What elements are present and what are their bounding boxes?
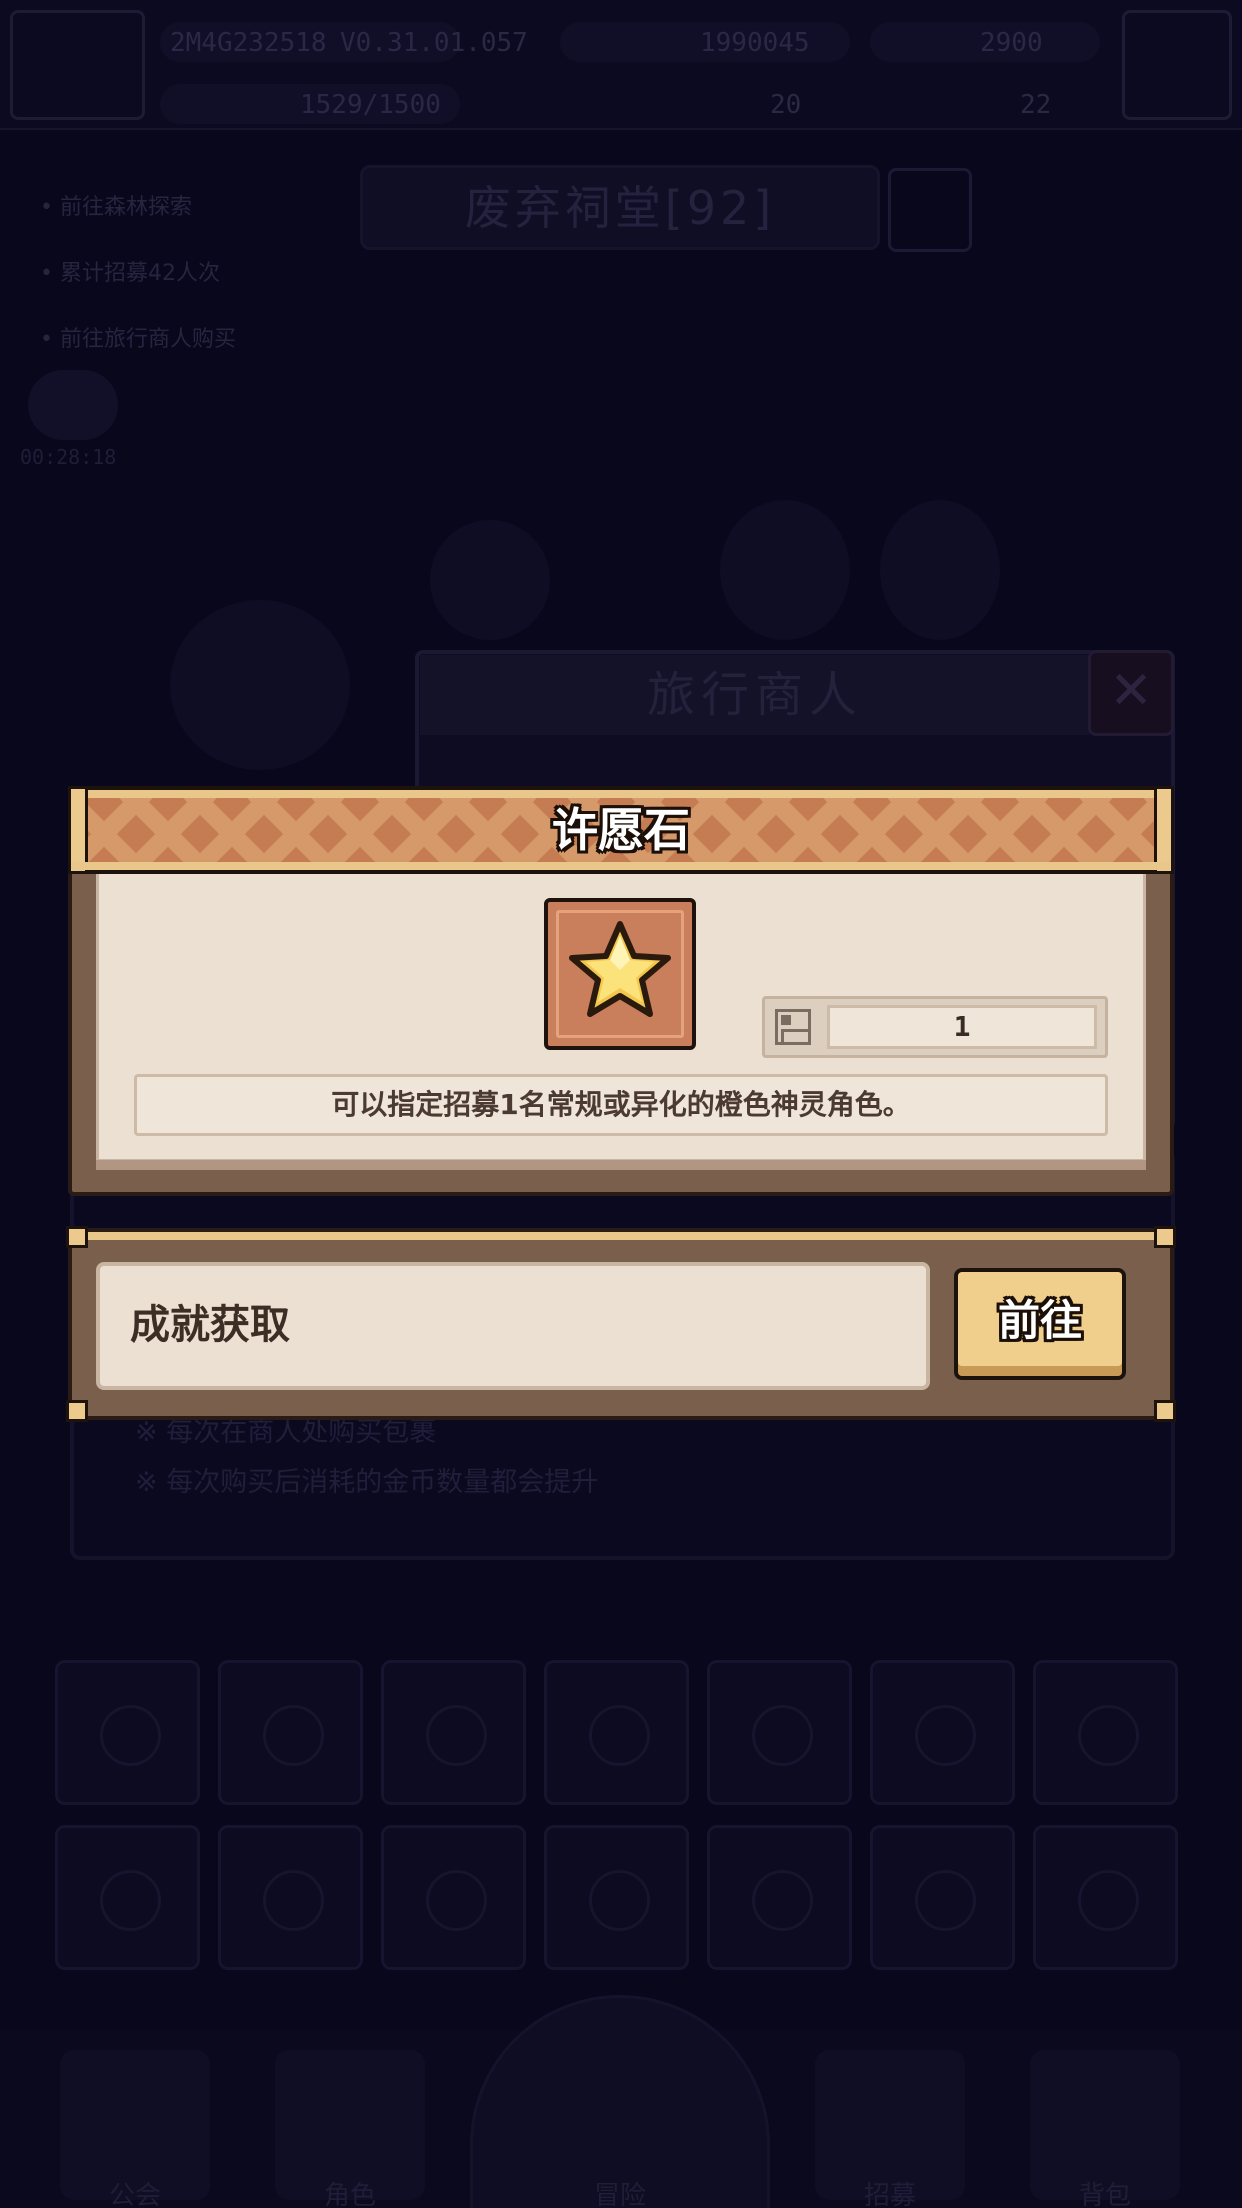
item-title: 许愿石 <box>552 803 690 857</box>
quest-item[interactable]: 累计招募42人次 <box>40 241 236 307</box>
merchant-title: 旅行商人 <box>646 667 863 723</box>
quest-list: 前往森林探索 累计招募42人次 前往旅行商人购买 <box>40 175 236 373</box>
settings-button[interactable] <box>1122 10 1232 120</box>
inventory-icon <box>775 1009 811 1045</box>
item-a-value: 20 <box>770 90 802 120</box>
nav-label: 背包 <box>1078 2181 1131 2208</box>
energy-value: 1529/1500 <box>300 90 441 120</box>
stage-title: 废弃祠堂[92] <box>464 181 776 235</box>
merchant-close-icon[interactable]: ✕ <box>1088 650 1174 736</box>
stage-title-plate: 废弃祠堂[92] <box>360 165 880 250</box>
nav-label: 角色 <box>323 2181 376 2208</box>
character-silhouette <box>430 520 550 640</box>
gold-value: 1990045 <box>700 28 810 58</box>
quest-item[interactable]: 前往森林探索 <box>40 175 236 241</box>
version-text: V0.31.01.057 <box>340 28 528 58</box>
item-description: 可以指定招募1名常规或异化的橙色神灵角色。 <box>134 1074 1108 1136</box>
character-silhouette <box>880 500 1000 640</box>
source-row: 成就获取 <box>96 1262 930 1390</box>
player-avatar[interactable] <box>10 10 145 120</box>
inventory-slot[interactable] <box>544 1825 689 1970</box>
item-detail-popup: 许愿石 1 可以指定招募1名常规或异化的橙色神灵角色。 <box>68 786 1174 1196</box>
shop-note: ※ 每次购买后消耗的金币数量都会提升 <box>135 1467 599 1498</box>
gem-value: 2900 <box>980 28 1043 58</box>
go-button[interactable]: 前往 <box>954 1268 1126 1380</box>
inventory-slot[interactable] <box>870 1660 1015 1805</box>
inventory-slot[interactable] <box>544 1660 689 1805</box>
quest-item[interactable]: 前往旅行商人购买 <box>40 307 236 373</box>
nav-label: 公会 <box>108 2181 161 2208</box>
inventory-slot[interactable] <box>55 1825 200 1970</box>
timer-icon <box>28 370 118 440</box>
inventory-slot[interactable] <box>381 1825 526 1970</box>
inventory-slot[interactable] <box>870 1825 1015 1970</box>
item-b-value: 22 <box>1020 90 1052 120</box>
timer-text: 00:28:18 <box>20 445 117 469</box>
item-count: 1 <box>827 1005 1097 1049</box>
resource-topbar: 2M4G232518 V0.31.01.057 1990045 2900 152… <box>0 0 1242 130</box>
item-source-panel: 成就获取 前往 <box>66 1226 1176 1422</box>
stage-side-button[interactable] <box>888 168 972 252</box>
inventory-slot[interactable] <box>707 1825 852 1970</box>
inventory-slot[interactable] <box>1033 1825 1178 1970</box>
inventory-slot[interactable] <box>1033 1660 1178 1805</box>
source-label: 成就获取 <box>130 1302 290 1348</box>
inventory-slot[interactable] <box>381 1660 526 1805</box>
item-count-box: 1 <box>762 996 1108 1058</box>
gold-star-icon <box>569 921 671 1017</box>
inventory-slot[interactable] <box>218 1825 363 1970</box>
merchant-title-bar: 旅行商人 <box>420 655 1090 735</box>
inventory-slot[interactable] <box>218 1660 363 1805</box>
character-silhouette <box>720 500 850 640</box>
player-id: 2M4G232518 <box>170 28 327 58</box>
inventory-slot[interactable] <box>707 1660 852 1805</box>
nav-label: 冒险 <box>593 2181 646 2208</box>
item-title-banner: 许愿石 <box>68 786 1174 874</box>
nav-label: 招募 <box>863 2181 916 2208</box>
item-icon-frame <box>544 898 696 1050</box>
character-silhouette <box>170 600 350 770</box>
inventory-slot[interactable] <box>55 1660 200 1805</box>
